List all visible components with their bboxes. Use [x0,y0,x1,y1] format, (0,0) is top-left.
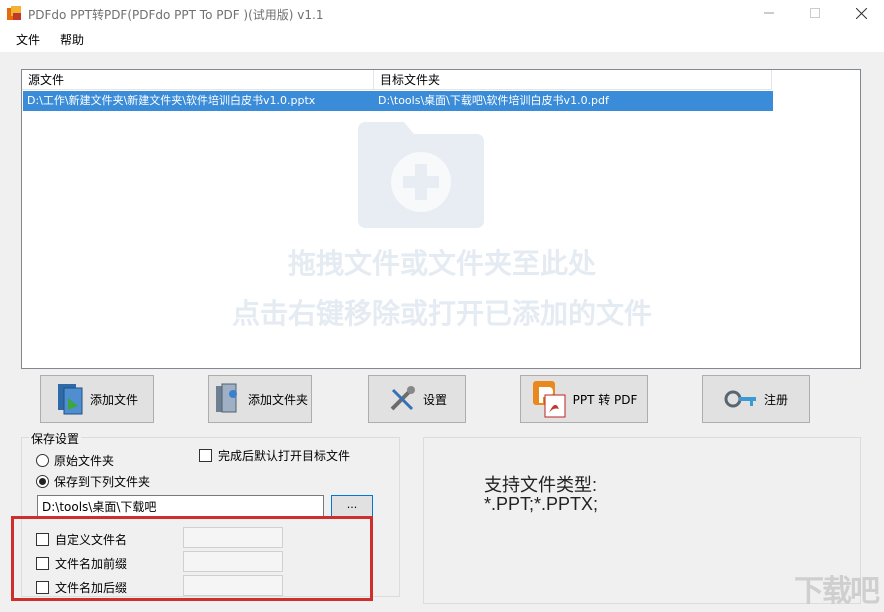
add-folder-watermark-icon [358,122,484,228]
maximize-icon [810,8,820,18]
close-button[interactable] [838,0,884,26]
radio-save-to-folder[interactable]: 保存到下列文件夹 [36,473,150,490]
radio-save-to-indicator [36,475,49,488]
table-row[interactable]: D:\工作\新建文件夹\新建文件夹\软件培训白皮书v1.0.pptx D:\to… [23,91,773,111]
add-folder-label: 添加文件夹 [247,392,308,407]
supported-types-list: *.PPT;*.PPTX; [484,494,599,514]
drop-hint-rightclick: 点击右键移除或打开已添加的文件 [231,297,652,330]
register-label: 注册 [763,392,788,407]
highlight-box [11,516,373,601]
source-file-cell: D:\工作\新建文件夹\新建文件夹\软件培训白皮书v1.0.pptx [27,94,316,107]
ppt-to-pdf-icon [532,381,566,418]
tools-icon [390,386,415,411]
add-folder-button[interactable]: 添加文件夹 [208,375,312,423]
add-file-label: 添加文件 [89,392,138,407]
column-source[interactable]: 源文件 [22,70,374,90]
key-icon [724,390,756,408]
list-header: 源文件 目标文件夹 [22,70,772,90]
menu-file[interactable]: 文件 [16,31,40,48]
maximize-button[interactable] [792,0,838,26]
settings-label: 设置 [422,392,447,407]
minimize-icon [764,12,774,14]
menu-help[interactable]: 帮助 [60,31,84,48]
file-list[interactable]: 源文件 目标文件夹 D:\工作\新建文件夹\新建文件夹\软件培训白皮书v1.0.… [21,69,861,369]
add-folder-icon [215,383,237,413]
radio-original-folder[interactable]: 原始文件夹 [36,452,114,469]
radio-original-label: 原始文件夹 [54,454,115,468]
title-bar: PDFdo PPT转PDF(PDFdo PPT To PDF )(试用版) v1… [0,0,884,26]
site-watermark: 下载吧 [794,574,880,609]
window-title: PDFdo PPT转PDF(PDFdo PPT To PDF )(试用版) v1… [28,8,324,22]
column-target[interactable]: 目标文件夹 [374,70,772,90]
output-path-input[interactable] [37,495,324,517]
add-file-button[interactable]: 添加文件 [40,375,154,423]
radio-save-to-label: 保存到下列文件夹 [54,475,151,489]
open-after-label: 完成后默认打开目标文件 [218,449,351,463]
settings-button[interactable]: 设置 [368,375,466,423]
convert-label: PPT 转 PDF [572,392,638,407]
app-icon [7,6,21,20]
close-icon [855,7,867,19]
target-folder-cell: D:\tools\桌面\下载吧\软件培训白皮书v1.0.pdf [378,94,609,107]
minimize-button[interactable] [746,0,792,26]
menu-bar: 文件 帮助 [0,26,884,52]
radio-original-indicator [36,454,49,467]
save-settings-legend: 保存设置 [29,430,82,447]
convert-button[interactable]: PPT 转 PDF [520,375,648,423]
add-file-icon [57,384,83,415]
open-after-box [199,449,212,462]
drop-hint-drag: 拖拽文件或文件夹至此处 [287,247,596,280]
register-button[interactable]: 注册 [702,375,810,423]
open-after-checkbox[interactable]: 完成后默认打开目标文件 [199,447,350,464]
browse-button[interactable]: ... [331,495,373,517]
